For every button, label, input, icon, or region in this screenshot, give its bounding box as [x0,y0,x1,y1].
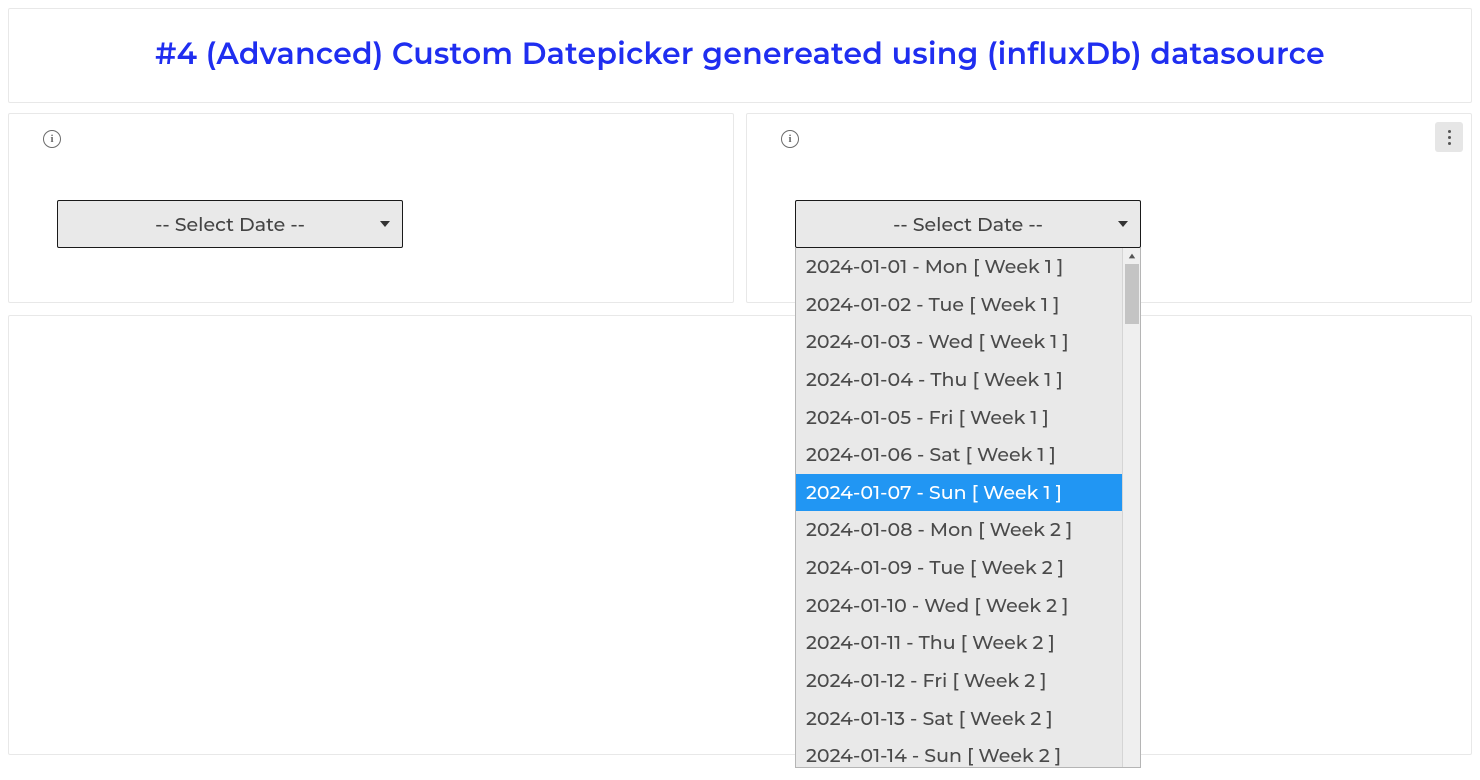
chevron-down-icon [380,221,390,227]
bottom-panel [8,315,1472,755]
dropdown-option[interactable]: 2024-01-05 - Fri [ Week 1 ] [796,399,1140,437]
scrollbar-thumb[interactable] [1125,264,1139,324]
page-title: #4 (Advanced) Custom Datepicker genereat… [29,35,1451,72]
dropdown-option[interactable]: 2024-01-14 - Sun [ Week 2 ] [796,737,1140,768]
date-select-left[interactable]: -- Select Date -- [57,200,403,248]
dropdown-option[interactable]: 2024-01-09 - Tue [ Week 2 ] [796,549,1140,587]
date-select-right[interactable]: -- Select Date -- [795,200,1141,248]
right-panel: i -- Select Date -- 2024-01-01 - Mon [ W… [746,113,1472,303]
left-panel: i -- Select Date -- [8,113,734,303]
scroll-up-icon[interactable] [1123,248,1141,264]
info-icon[interactable]: i [43,130,61,148]
dropdown-option[interactable]: 2024-01-07 - Sun [ Week 1 ] [796,474,1140,512]
dropdown-option[interactable]: 2024-01-04 - Thu [ Week 1 ] [796,361,1140,399]
dropdown-option[interactable]: 2024-01-02 - Tue [ Week 1 ] [796,286,1140,324]
date-dropdown: 2024-01-01 - Mon [ Week 1 ]2024-01-02 - … [795,248,1141,768]
dropdown-option[interactable]: 2024-01-11 - Thu [ Week 2 ] [796,624,1140,662]
date-select-left-placeholder: -- Select Date -- [155,213,305,236]
dropdown-option[interactable]: 2024-01-13 - Sat [ Week 2 ] [796,700,1140,738]
dropdown-option[interactable]: 2024-01-08 - Mon [ Week 2 ] [796,511,1140,549]
chevron-down-icon [1118,221,1128,227]
panel-menu-button[interactable] [1435,122,1463,152]
header-row: #4 (Advanced) Custom Datepicker genereat… [8,8,1472,103]
dropdown-option[interactable]: 2024-01-06 - Sat [ Week 1 ] [796,436,1140,474]
dropdown-option[interactable]: 2024-01-12 - Fri [ Week 2 ] [796,662,1140,700]
dropdown-scrollbar[interactable] [1122,248,1140,767]
dropdown-option[interactable]: 2024-01-01 - Mon [ Week 1 ] [796,248,1140,286]
info-icon[interactable]: i [781,130,799,148]
date-select-right-placeholder: -- Select Date -- [893,213,1043,236]
dropdown-option[interactable]: 2024-01-03 - Wed [ Week 1 ] [796,323,1140,361]
dropdown-option[interactable]: 2024-01-10 - Wed [ Week 2 ] [796,587,1140,625]
